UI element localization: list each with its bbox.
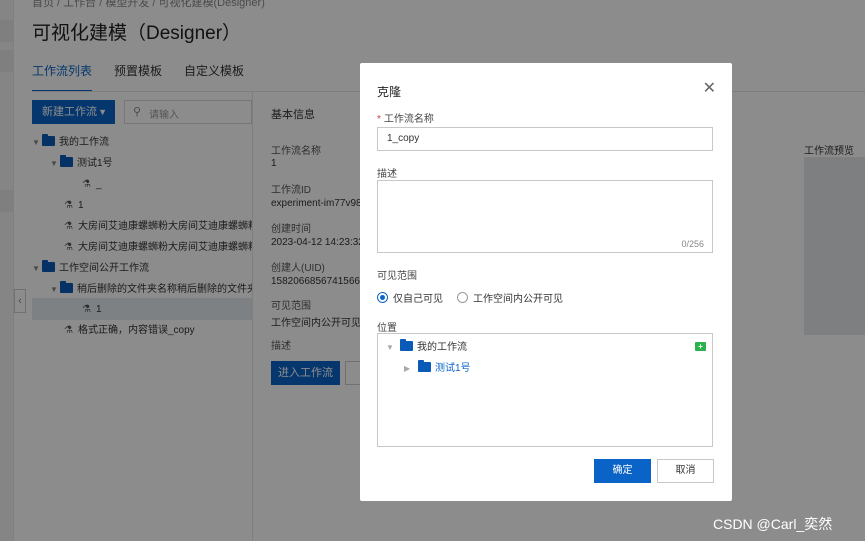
dialog-title: 克隆 <box>377 85 402 99</box>
radio-checked-icon <box>377 291 388 303</box>
char-counter: 0/256 <box>681 239 704 249</box>
close-icon[interactable]: ✕ <box>703 81 716 97</box>
workflow-name-field[interactable]: 1_copy <box>377 127 713 151</box>
caret-right-icon: ▶ <box>404 364 411 373</box>
location-node-folder[interactable]: ▶ 测试1号 <box>404 359 471 379</box>
folder-icon <box>400 339 413 352</box>
location-node-label: 测试1号 <box>435 363 471 374</box>
radio-label: 工作空间内公开可见 <box>473 293 563 305</box>
visibility-radio-group: 仅自己可见 工作空间内公开可见 <box>377 290 577 305</box>
location-label: 位置 <box>377 323 397 334</box>
radio-private[interactable]: 仅自己可见 <box>377 290 443 305</box>
radio-workspace-public[interactable]: 工作空间内公开可见 <box>457 290 563 305</box>
description-label: 描述 <box>377 169 397 180</box>
watermark: CSDN @Carl_奕然 <box>713 516 833 532</box>
name-label-text: 工作流名称 <box>383 114 434 125</box>
name-label: * 工作流名称 <box>377 110 434 125</box>
confirm-button[interactable]: 确定 <box>594 459 651 483</box>
folder-icon <box>418 360 431 373</box>
required-mark: * <box>377 114 381 125</box>
location-node-label: 我的工作流 <box>417 342 467 353</box>
caret-down-icon: ▼ <box>386 343 394 352</box>
cancel-button[interactable]: 取消 <box>657 459 714 483</box>
radio-label: 仅自己可见 <box>393 293 443 305</box>
visibility-label: 可见范围 <box>377 271 417 282</box>
location-node-my-workflows[interactable]: ▼ 我的工作流 <box>386 338 467 358</box>
clone-dialog: 克隆 ✕ * 工作流名称 1_copy 描述 0/256 可见范围 仅自己可见 工… <box>360 63 732 501</box>
location-tree: ▼ 我的工作流 + ▶ 测试1号 <box>377 333 713 447</box>
description-field[interactable]: 0/256 <box>377 180 713 253</box>
add-folder-icon[interactable]: + <box>695 342 706 351</box>
radio-unchecked-icon <box>457 291 468 303</box>
